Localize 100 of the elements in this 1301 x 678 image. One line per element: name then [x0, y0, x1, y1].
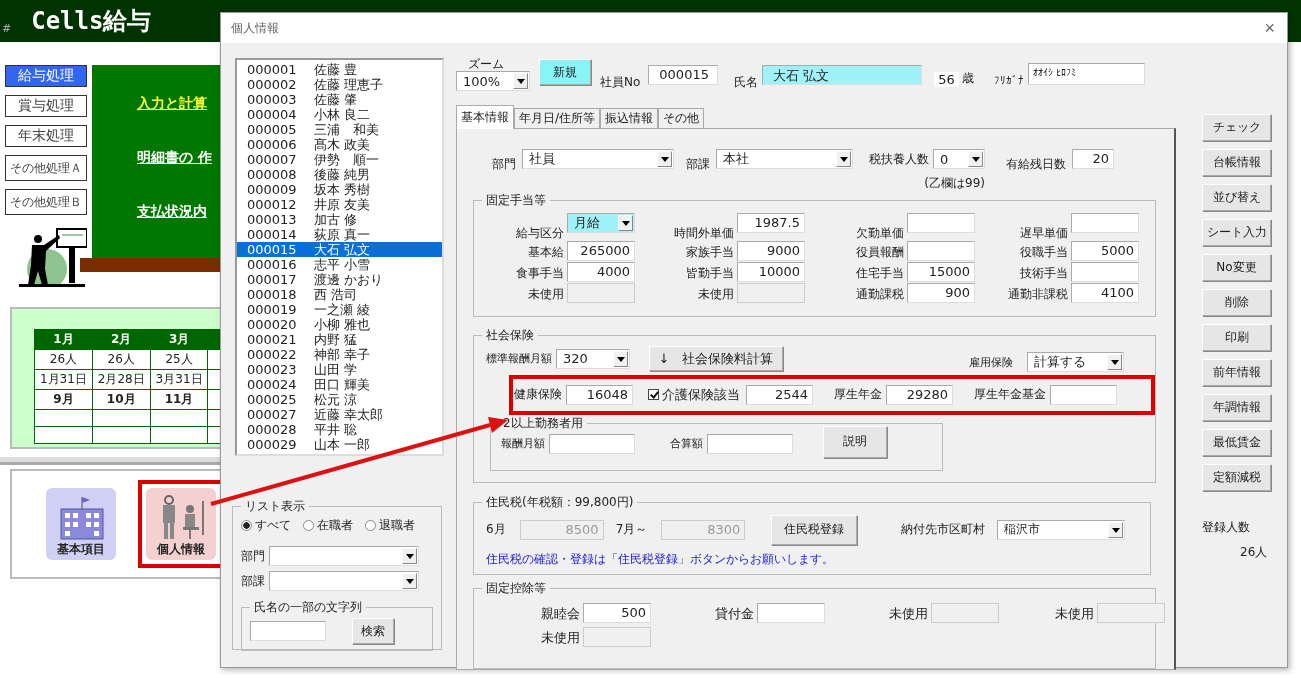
dropdown[interactable]: 社員: [522, 149, 674, 169]
list-item[interactable]: 000019 一之瀬 綾: [237, 302, 442, 317]
dropdown[interactable]: 0: [933, 149, 985, 169]
radio-button[interactable]: [303, 520, 314, 531]
launcher-button[interactable]: 個人情報: [146, 488, 216, 560]
dropdown[interactable]: 本社: [716, 149, 853, 169]
list-item[interactable]: 000008 後藤 純男: [237, 167, 442, 182]
input-field[interactable]: [1071, 213, 1139, 234]
menu-button[interactable]: 賞与処理: [5, 95, 87, 117]
field-label: 標準報酬月額: [486, 351, 552, 367]
list-item[interactable]: 000024 田口 輝美: [237, 377, 442, 392]
list-item[interactable]: 000006 髙木 政美: [237, 137, 442, 152]
list-item[interactable]: 000018 西 浩司: [237, 287, 442, 302]
side-button[interactable]: 台帳情報: [1202, 149, 1271, 176]
input-field[interactable]: 900: [907, 283, 975, 304]
side-button[interactable]: 定額減税: [1202, 464, 1271, 491]
input-field[interactable]: [250, 621, 326, 641]
input-field[interactable]: [549, 433, 635, 454]
list-item[interactable]: 000002 佐藤 理恵子: [237, 77, 442, 92]
side-button[interactable]: 削除: [1202, 289, 1271, 316]
input-field[interactable]: 9000: [737, 241, 805, 262]
tab[interactable]: 年月日/住所等: [514, 108, 601, 128]
list-item[interactable]: 000007 伊勢 順一: [237, 152, 442, 167]
input-field[interactable]: [757, 602, 825, 623]
input-field[interactable]: 000015: [648, 65, 719, 85]
checkbox[interactable]: [648, 389, 659, 401]
list-item[interactable]: 000022 神部 幸子: [237, 347, 442, 362]
side-button[interactable]: 並び替え: [1202, 184, 1271, 211]
dropdown[interactable]: 320: [556, 348, 630, 369]
calculate-button[interactable]: ↓ 社会保険料計算: [649, 346, 783, 372]
list-item[interactable]: 000017 渡邊 かおり: [237, 272, 442, 287]
list-item[interactable]: 000003 佐藤 肇: [237, 92, 442, 107]
radio-label[interactable]: 退職者: [379, 517, 415, 534]
employee-list[interactable]: [235, 58, 444, 456]
input-field[interactable]: 265000: [567, 241, 635, 262]
side-button[interactable]: 前年情報: [1202, 359, 1271, 386]
register-button[interactable]: 住民税登録: [771, 514, 858, 545]
radio-label[interactable]: すべて: [255, 517, 291, 534]
list-item[interactable]: 000015 大石 弘文: [237, 242, 442, 257]
side-button[interactable]: シート入力: [1202, 219, 1271, 246]
menu-button[interactable]: その他処理Ｂ: [5, 189, 87, 215]
list-item[interactable]: 000016 志平 小雪: [237, 257, 442, 272]
input-field[interactable]: 4100: [1071, 283, 1139, 304]
input-field[interactable]: 29280: [886, 384, 953, 405]
field-label: 役員報酬: [855, 244, 904, 262]
input-field[interactable]: 4000: [567, 262, 635, 283]
explain-button[interactable]: 説明: [823, 425, 887, 458]
list-item[interactable]: 000012 井原 友美: [237, 197, 442, 212]
input-field[interactable]: ｵｵｲｼ ﾋﾛﾌﾐ: [1027, 63, 1145, 85]
input-field[interactable]: 大石 弘文: [762, 65, 923, 85]
tab[interactable]: 基本情報: [456, 105, 514, 129]
launcher-button[interactable]: 基本項目: [46, 488, 116, 560]
field-label: 納付先市区町村: [901, 521, 986, 539]
list-item[interactable]: 000025 松元 涼: [237, 392, 442, 407]
side-button[interactable]: チェック: [1202, 114, 1271, 141]
input-field[interactable]: 10000: [737, 262, 805, 283]
input-field[interactable]: 1987.5: [737, 213, 805, 234]
side-button[interactable]: 印刷: [1202, 324, 1271, 351]
checkbox-label[interactable]: 介護保険該当: [662, 385, 740, 404]
dropdown[interactable]: 月給: [567, 213, 635, 234]
input-field[interactable]: 500: [583, 602, 651, 623]
input-field[interactable]: [1050, 384, 1117, 405]
input-field[interactable]: [907, 241, 975, 262]
input-field[interactable]: [707, 433, 793, 454]
new-button[interactable]: 新規: [539, 59, 591, 85]
menu-button[interactable]: その他処理Ａ: [5, 155, 87, 181]
side-button[interactable]: No変更: [1202, 254, 1271, 281]
list-item[interactable]: 000001 佐藤 豊: [237, 62, 442, 77]
list-item[interactable]: 000028 平井 聡: [237, 422, 442, 437]
radio-label[interactable]: 在職者: [317, 517, 353, 534]
input-field[interactable]: [1071, 262, 1139, 283]
list-item[interactable]: 000004 小林 良二: [237, 107, 442, 122]
dropdown[interactable]: 100%: [456, 71, 530, 91]
menu-button[interactable]: 給与処理: [5, 65, 87, 87]
list-item[interactable]: 000023 山田 学: [237, 362, 442, 377]
search-button[interactable]: 検索: [352, 618, 394, 644]
list-item[interactable]: 000020 小柳 雅也: [237, 317, 442, 332]
list-item[interactable]: 000013 加古 修: [237, 212, 442, 227]
input-field[interactable]: 15000: [907, 262, 975, 283]
input-field[interactable]: 2544: [746, 384, 813, 405]
list-item[interactable]: 000029 山本 一郎: [237, 437, 442, 452]
dropdown[interactable]: 稲沢市: [997, 519, 1126, 540]
input-field[interactable]: 16048: [566, 384, 633, 405]
radio-button[interactable]: [241, 520, 252, 531]
list-item[interactable]: 000009 坂本 秀樹: [237, 182, 442, 197]
radio-button[interactable]: [365, 520, 376, 531]
side-button[interactable]: 最低賃金: [1202, 429, 1271, 456]
dropdown[interactable]: 計算する: [1027, 351, 1124, 372]
input-field[interactable]: 20: [1072, 149, 1114, 169]
close-button[interactable]: ×: [1260, 17, 1279, 39]
input-field[interactable]: [907, 213, 975, 234]
list-item[interactable]: 000014 荻原 真一: [237, 227, 442, 242]
tab[interactable]: 振込情報: [600, 108, 659, 128]
list-item[interactable]: 000021 内野 猛: [237, 332, 442, 347]
input-field[interactable]: 5000: [1071, 241, 1139, 262]
tab[interactable]: その他: [658, 108, 705, 128]
side-button[interactable]: 年調情報: [1202, 394, 1271, 421]
menu-button[interactable]: 年末処理: [5, 125, 87, 147]
list-item[interactable]: 000027 近藤 幸太郎: [237, 407, 442, 422]
list-item[interactable]: 000005 三浦 和美: [237, 122, 442, 137]
